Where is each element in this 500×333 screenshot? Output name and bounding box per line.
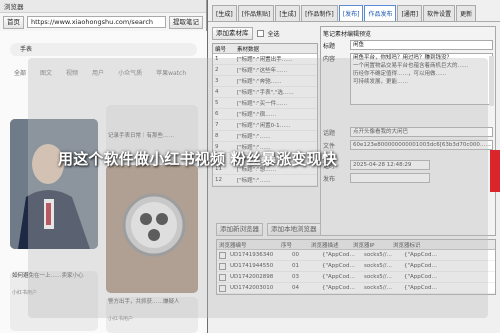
url-input[interactable]: https://www.xiaohongshu.com/search xyxy=(27,16,166,28)
url-row: 首页 https://www.xiaohongshu.com/search 提取… xyxy=(0,13,206,31)
tab-works-publish[interactable]: 作品发布 xyxy=(364,5,397,21)
tool-tabbar: [生成] [作品焦贴] [生成] [作品制作] [发布] 作品发布 [通用] 软… xyxy=(208,0,500,22)
browser-title: 浏览器 xyxy=(4,3,24,11)
tab-settings[interactable]: 软件设置 xyxy=(423,5,456,21)
select-all-checkbox[interactable] xyxy=(256,29,264,37)
editor-title: 笔记素材编辑预览 xyxy=(323,31,372,38)
search-input[interactable]: 手表 xyxy=(10,43,197,56)
title-label: 标题 xyxy=(323,43,336,50)
tab-generate[interactable]: [生成] xyxy=(212,5,237,21)
select-all-label: 全选 xyxy=(267,30,280,38)
translucent-overlay xyxy=(28,58,488,318)
add-media-button[interactable]: 添加素材库 xyxy=(212,26,253,40)
extract-notes-button[interactable]: 提取笔记 xyxy=(169,15,203,29)
home-button[interactable]: 首页 xyxy=(3,15,24,29)
red-badge xyxy=(490,150,500,192)
tab-generate-2[interactable]: [生成] xyxy=(275,5,301,21)
video-headline: 用这个软件做小红书视频 粉丝暴涨变现快 xyxy=(58,150,338,168)
tab-update[interactable]: 更新 xyxy=(456,5,477,21)
tab-works[interactable]: [作品焦贴] xyxy=(237,5,275,21)
col-number: 编号 xyxy=(215,46,227,53)
tab-publish[interactable]: [发布] xyxy=(338,5,364,21)
content-scrollbar[interactable] xyxy=(489,56,494,106)
browser-titlebar: 浏览器 xyxy=(0,0,206,13)
col-media: 素材数据 xyxy=(237,46,260,53)
tab-general[interactable]: [通用] xyxy=(397,5,423,21)
tab-make[interactable]: [作品制作] xyxy=(301,5,338,21)
tab-all[interactable]: 全部 xyxy=(14,68,26,77)
title-input[interactable]: 闲鱼 xyxy=(350,40,493,50)
